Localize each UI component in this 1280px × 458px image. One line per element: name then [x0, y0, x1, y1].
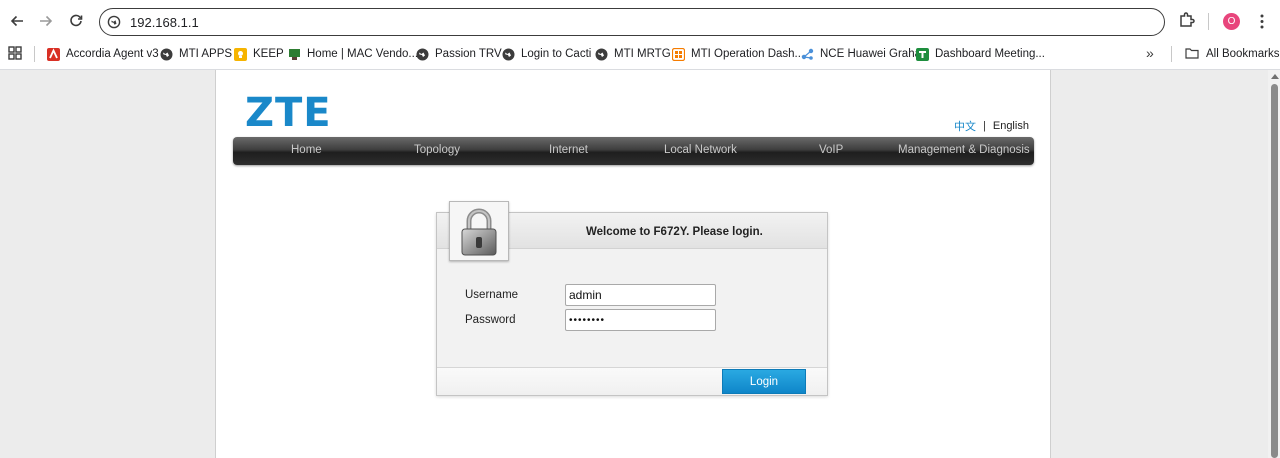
profile-avatar[interactable]: O [1223, 13, 1240, 30]
site-info-icon[interactable] [107, 15, 121, 29]
globe-icon [416, 48, 429, 61]
bookmark-label: MTI Operation Dash... [691, 48, 805, 60]
password-input[interactable] [565, 309, 716, 331]
bookmark-dashboard-meeting[interactable]: Dashboard Meeting... [916, 45, 1045, 63]
language-chinese-link[interactable]: 中文 [954, 118, 976, 134]
bookmark-label: MTI MRTG [614, 48, 671, 60]
menu-topology[interactable]: Topology [414, 144, 460, 156]
bookmark-nce-huawei[interactable]: NCE Huawei Graha [801, 45, 921, 63]
dashboard-icon [671, 47, 686, 61]
bookmark-mti-operation[interactable]: MTI Operation Dash... [671, 45, 805, 63]
all-bookmarks-button[interactable]: All Bookmarks [1185, 45, 1280, 63]
globe-icon [502, 48, 515, 61]
username-input[interactable] [565, 284, 716, 306]
folder-icon [1185, 47, 1199, 62]
bookmark-label: MTI APPS [179, 48, 233, 60]
menu-internet[interactable]: Internet [549, 144, 588, 156]
bookmark-label: Home | MAC Vendo... [307, 48, 419, 60]
profile-initial: O [1227, 16, 1236, 27]
bookmark-passion-trv[interactable]: Passion TRV [416, 45, 502, 63]
extensions-button[interactable] [1178, 11, 1196, 34]
url-text[interactable]: 192.168.1.1 [130, 15, 199, 30]
apps-grid-icon[interactable] [8, 46, 22, 60]
sheets-icon [916, 47, 929, 61]
bookmarks-divider [1171, 46, 1172, 62]
reload-icon [70, 14, 83, 27]
bookmarks-divider [34, 46, 35, 62]
menu-local-network[interactable]: Local Network [664, 144, 737, 156]
bookmark-label: Login to Cacti [521, 48, 592, 60]
bookmark-accordia[interactable]: Accordia Agent v3 [47, 45, 159, 63]
bookmark-cacti[interactable]: Login to Cacti [502, 45, 591, 63]
password-label: Password [465, 314, 516, 326]
main-menu-bar: Home Topology Internet Local Network VoI… [233, 137, 1034, 165]
toolbar-divider [1208, 13, 1209, 30]
forward-arrow-icon [40, 15, 53, 27]
puzzle-icon [1180, 12, 1195, 27]
bookmarks-bar: Accordia Agent v3 MTI APPS KEEP Home | M… [0, 42, 1280, 66]
login-button[interactable]: Login [722, 369, 806, 394]
all-bookmarks-label: All Bookmarks [1206, 48, 1280, 60]
bookmark-mac-vendor[interactable]: Home | MAC Vendo... [288, 45, 418, 63]
menu-voip[interactable]: VoIP [819, 144, 843, 156]
bookmark-keep[interactable]: KEEP [234, 45, 284, 63]
bookmark-label: Dashboard Meeting... [935, 48, 1045, 60]
bookmark-mti-mrtg[interactable]: MTI MRTG [595, 45, 671, 63]
username-label: Username [465, 289, 519, 301]
more-vertical-icon[interactable] [1255, 13, 1269, 30]
browser-toolbar: 192.168.1.1 O [0, 0, 1280, 42]
reload-button[interactable] [64, 9, 88, 33]
bookmark-label: Accordia Agent v3 [66, 48, 159, 60]
lock-icon [461, 208, 497, 256]
accordia-icon [47, 47, 60, 61]
zte-logo: ZTE [245, 90, 332, 136]
bookmark-label: Passion TRV [435, 48, 502, 60]
back-button[interactable] [5, 9, 29, 33]
scroll-up-arrow-icon[interactable] [1271, 74, 1279, 79]
mac-vendor-icon [288, 48, 301, 61]
nce-icon [801, 48, 814, 61]
globe-icon [595, 48, 608, 61]
scrollbar-thumb[interactable] [1271, 84, 1278, 458]
keep-icon [234, 47, 247, 61]
globe-icon [160, 48, 173, 61]
menu-home[interactable]: Home [291, 144, 322, 156]
bookmark-label: NCE Huawei Graha [820, 48, 921, 60]
back-arrow-icon [10, 15, 23, 27]
forward-button[interactable] [34, 9, 58, 33]
language-switcher: 中文 | English [954, 118, 1029, 134]
bookmarks-overflow-button[interactable]: » [1146, 45, 1154, 61]
address-bar[interactable]: 192.168.1.1 [99, 8, 1165, 36]
language-separator: | [983, 120, 986, 132]
login-title: Welcome to F672Y. Please login. [586, 226, 763, 238]
language-english-link[interactable]: English [993, 120, 1029, 132]
menu-management-diagnosis[interactable]: Management & Diagnosis [898, 144, 1030, 156]
bookmark-mti-apps[interactable]: MTI APPS [160, 45, 232, 63]
bookmark-label: KEEP [253, 48, 284, 60]
lock-badge [449, 201, 509, 261]
